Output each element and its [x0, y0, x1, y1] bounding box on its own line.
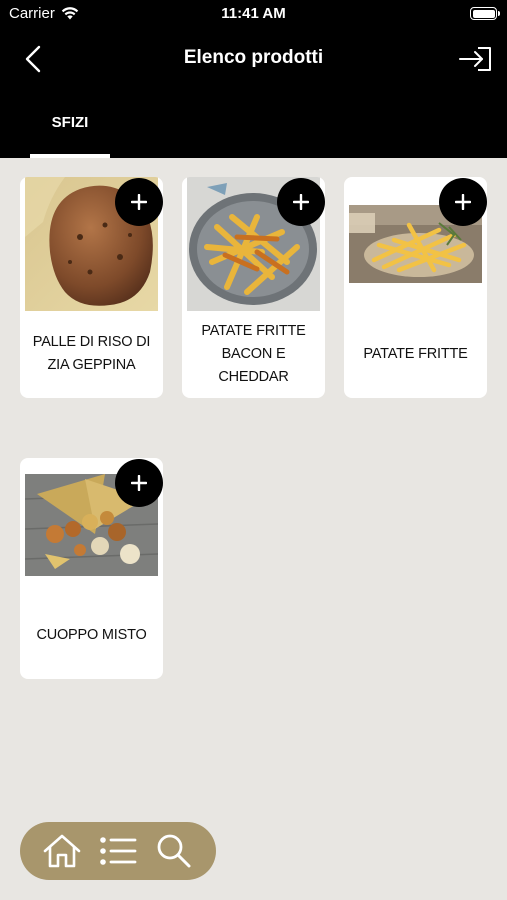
plus-icon: [131, 475, 147, 491]
product-name: PATATE FRITTE: [363, 345, 468, 362]
logout-icon: [459, 47, 491, 71]
add-to-cart-button[interactable]: [439, 178, 487, 226]
status-time: 11:41 AM: [221, 5, 286, 22]
list-icon: [100, 837, 137, 865]
top-bar: Carrier 11:41 AM Elenco prodotti SFIZI: [0, 0, 507, 158]
category-tabs: SFIZI: [0, 96, 507, 158]
add-to-cart-button[interactable]: [115, 178, 163, 226]
active-tab-indicator: [30, 154, 110, 158]
logout-button[interactable]: [455, 42, 495, 76]
page-title: Elenco prodotti: [183, 47, 324, 68]
plus-icon: [131, 194, 147, 210]
plus-icon: [455, 194, 471, 210]
home-icon: [43, 834, 81, 868]
plus-icon: [293, 194, 309, 210]
product-name: PALLE DI RISO DI ZIA GEPPINA: [32, 334, 151, 373]
home-button[interactable]: [40, 829, 84, 873]
search-icon: [157, 834, 191, 868]
add-to-cart-button[interactable]: [115, 459, 163, 507]
add-to-cart-button[interactable]: [277, 178, 325, 226]
bottom-nav-bar: [20, 822, 216, 880]
tab-label: SFIZI: [51, 114, 89, 131]
status-bar: Carrier 11:41 AM: [0, 0, 507, 28]
product-name: CUOPPO MISTO: [36, 626, 147, 643]
product-name: PATATE FRITTE BACON E CHEDDAR: [201, 322, 306, 385]
tab-sfizi[interactable]: SFIZI: [30, 96, 110, 158]
nav-bar: Elenco prodotti: [0, 38, 507, 80]
list-button[interactable]: [96, 829, 140, 873]
battery-icon: [470, 7, 500, 20]
search-button[interactable]: [152, 829, 196, 873]
